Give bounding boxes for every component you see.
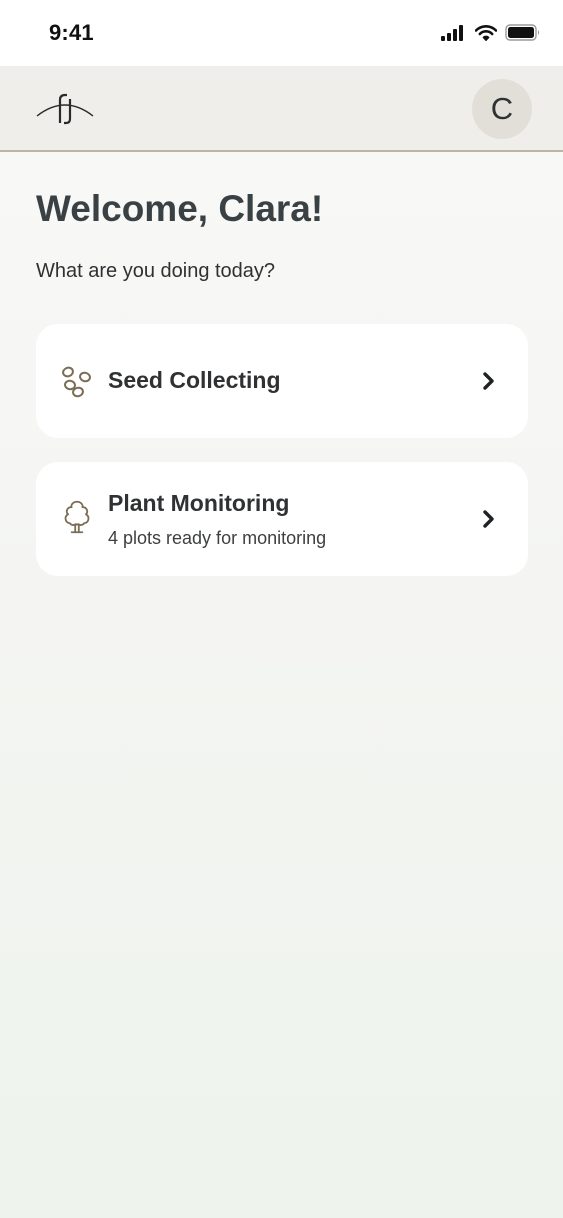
- seed-collecting-card[interactable]: Seed Collecting: [36, 324, 528, 438]
- seeds-icon: [62, 366, 91, 398]
- avatar-initial: C: [490, 91, 514, 126]
- wifi-icon: [475, 24, 497, 41]
- battery-icon: [505, 24, 540, 41]
- app-header: C: [0, 66, 563, 152]
- status-time: 9:41: [49, 20, 94, 45]
- chevron-right-icon: [483, 510, 494, 528]
- app-logo[interactable]: [36, 90, 94, 126]
- chevron-right-icon: [483, 372, 494, 390]
- plant-monitoring-card[interactable]: Plant Monitoring 4 plots ready for monit…: [36, 462, 528, 576]
- plant-monitoring-title: Plant Monitoring: [108, 490, 290, 516]
- status-icons: [441, 24, 541, 41]
- avatar[interactable]: C: [472, 79, 532, 139]
- seed-collecting-title: Seed Collecting: [108, 367, 281, 393]
- tree-icon: [64, 500, 90, 534]
- plant-monitoring-subtitle: 4 plots ready for monitoring: [108, 528, 327, 548]
- welcome-subtitle: What are you doing today?: [36, 260, 276, 282]
- status-bar: 9:41: [0, 0, 563, 66]
- cellular-signal-icon: [441, 24, 463, 41]
- welcome-title: Welcome, Clara!: [36, 188, 324, 229]
